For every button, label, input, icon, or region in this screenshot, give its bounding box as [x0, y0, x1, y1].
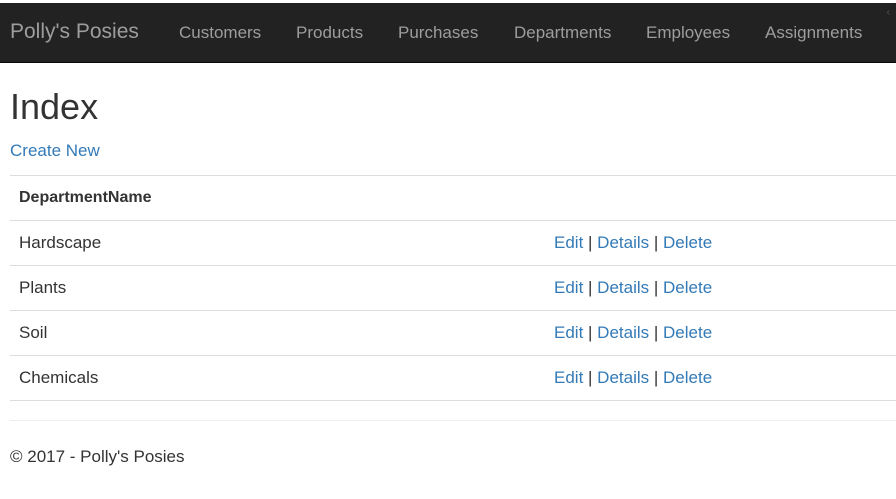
edit-link[interactable]: Edit: [554, 233, 583, 252]
footer-copyright: © 2017 - Polly's Posies: [10, 447, 185, 466]
department-name: Soil: [19, 323, 48, 342]
table-row: Plants Edit | Details | Delete: [10, 266, 896, 311]
row-actions: Edit | Details | Delete: [554, 323, 712, 343]
table-row: Hardscape Edit | Details | Delete: [10, 221, 896, 266]
table-header-row: DepartmentName: [10, 176, 896, 221]
separator: |: [653, 278, 664, 297]
navbar: Polly's Posies Customers Products Purcha…: [0, 3, 896, 63]
nav-item-purchases[interactable]: Purchases: [398, 23, 478, 43]
department-name: Chemicals: [19, 368, 99, 387]
row-actions: Edit | Details | Delete: [554, 278, 712, 298]
department-name: Plants: [19, 278, 67, 297]
nav-item-departments[interactable]: Departments: [514, 23, 611, 43]
nav-item-customers[interactable]: Customers: [179, 23, 261, 43]
footer-divider: [10, 420, 896, 421]
details-link[interactable]: Details: [597, 368, 649, 387]
chevron-left-icon[interactable]: ‹: [887, 8, 890, 18]
separator: |: [588, 323, 598, 342]
separator: |: [653, 368, 664, 387]
edit-link[interactable]: Edit: [554, 323, 583, 342]
table-row: Chemicals Edit | Details | Delete: [10, 356, 896, 401]
table-row: Soil Edit | Details | Delete: [10, 311, 896, 356]
create-new-link[interactable]: Create New: [10, 141, 100, 161]
page-title: Index: [10, 86, 99, 127]
edit-link[interactable]: Edit: [554, 368, 583, 387]
delete-link[interactable]: Delete: [663, 323, 712, 342]
details-link[interactable]: Details: [597, 233, 649, 252]
details-link[interactable]: Details: [597, 278, 649, 297]
details-link[interactable]: Details: [597, 323, 649, 342]
column-header-department-name: DepartmentName: [19, 189, 152, 206]
departments-table: DepartmentName Hardscape Edit | Details …: [10, 175, 896, 401]
nav-item-assignments[interactable]: Assignments: [765, 23, 862, 43]
separator: |: [588, 368, 598, 387]
separator: |: [653, 323, 664, 342]
brand-link[interactable]: Polly's Posies: [10, 20, 139, 44]
nav-item-products[interactable]: Products: [296, 23, 363, 43]
delete-link[interactable]: Delete: [663, 233, 712, 252]
row-actions: Edit | Details | Delete: [554, 368, 712, 388]
separator: |: [653, 233, 664, 252]
delete-link[interactable]: Delete: [663, 278, 712, 297]
separator: |: [588, 233, 598, 252]
nav-item-employees[interactable]: Employees: [646, 23, 730, 43]
department-name: Hardscape: [19, 233, 102, 252]
delete-link[interactable]: Delete: [663, 368, 712, 387]
edit-link[interactable]: Edit: [554, 278, 583, 297]
separator: |: [588, 278, 598, 297]
row-actions: Edit | Details | Delete: [554, 233, 712, 253]
